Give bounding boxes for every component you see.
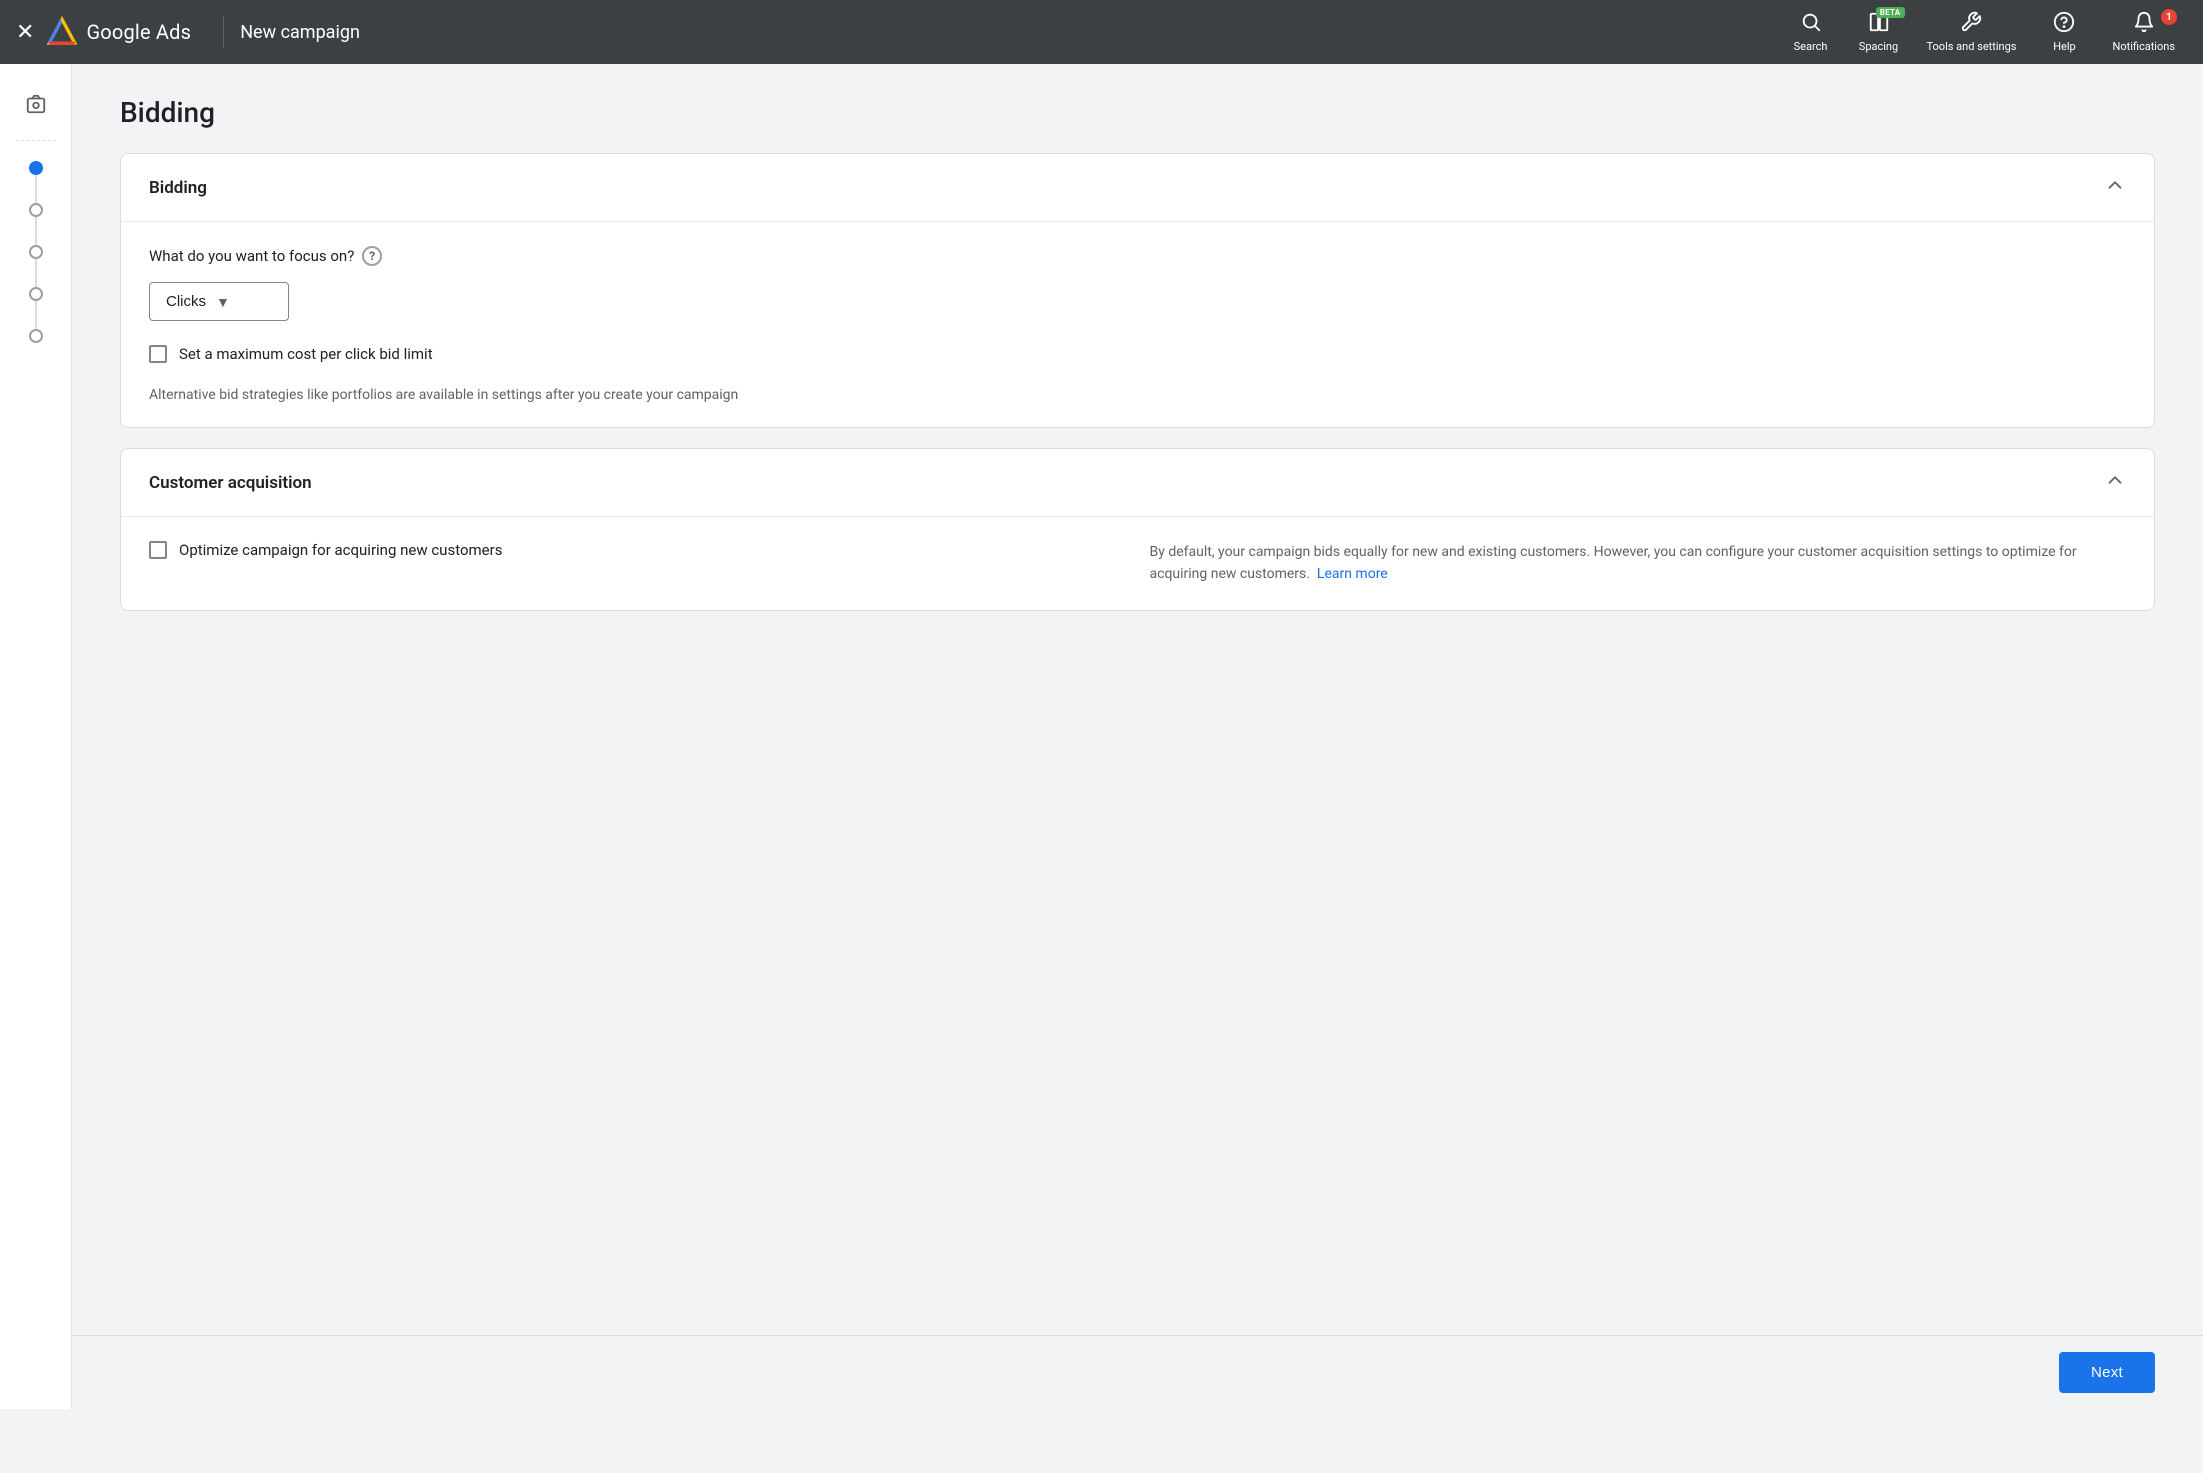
help-label: Help	[2053, 40, 2076, 53]
step-line-3	[35, 259, 37, 287]
focus-question: What do you want to focus on? ?	[149, 246, 2126, 266]
focus-question-text: What do you want to focus on?	[149, 247, 354, 265]
notifications-icon	[2133, 11, 2155, 38]
sidebar-divider	[16, 140, 56, 141]
nav-divider	[223, 16, 224, 48]
learn-more-link[interactable]: Learn more	[1317, 566, 1388, 582]
step-1-dot[interactable]	[29, 161, 43, 175]
optimize-customers-label: Optimize campaign for acquiring new cust…	[179, 541, 502, 559]
notification-badge: 1	[2161, 9, 2177, 25]
step-2-dot[interactable]	[29, 203, 43, 217]
logo: Google Ads	[46, 16, 191, 48]
notifications-label: Notifications	[2112, 40, 2175, 53]
customer-description-text: By default, your campaign bids equally f…	[1150, 544, 2077, 582]
next-button[interactable]: Next	[2059, 1352, 2155, 1393]
dropdown-arrow-icon: ▼	[216, 294, 230, 310]
brand-name: Google Ads	[86, 20, 191, 44]
step-5-dot[interactable]	[29, 329, 43, 343]
step-3-dot[interactable]	[29, 245, 43, 259]
bidding-card: Bidding What do you want to focus on? ? …	[120, 153, 2155, 428]
tools-label: Tools and settings	[1927, 40, 2017, 53]
dropdown-value: Clicks	[166, 293, 206, 310]
spacing-label: Spacing	[1859, 40, 1898, 53]
focus-help-icon[interactable]: ?	[362, 246, 382, 266]
help-nav-button[interactable]: Help	[2032, 5, 2096, 59]
step-line-4	[35, 301, 37, 329]
top-nav: ✕ Google Ads New campaign Search BETA	[0, 0, 2203, 64]
max-cpc-checkbox[interactable]	[149, 345, 167, 363]
customer-card-title: Customer acquisition	[149, 473, 312, 493]
beta-badge: BETA	[1876, 7, 1905, 18]
spacing-nav-button[interactable]: BETA Spacing	[1847, 5, 1911, 59]
step-4-dot[interactable]	[29, 287, 43, 301]
main-content: Bidding Bidding What do you want to focu…	[72, 64, 2203, 1409]
help-icon	[2053, 11, 2075, 38]
bidding-card-body: What do you want to focus on? ? Clicks ▼…	[121, 222, 2154, 427]
sidebar	[0, 64, 72, 1409]
alt-bid-text: Alternative bid strategies like portfoli…	[149, 387, 2126, 403]
step-indicators	[29, 161, 43, 343]
search-icon	[1800, 11, 1822, 38]
google-ads-logo-icon	[46, 16, 78, 48]
search-nav-button[interactable]: Search	[1779, 5, 1843, 59]
bidding-dropdown[interactable]: Clicks ▼	[149, 282, 289, 321]
nav-actions: Search BETA Spacing Tools and settings H…	[1779, 5, 2188, 59]
tools-icon	[1960, 11, 1982, 38]
step-line-2	[35, 217, 37, 245]
main-layout: Bidding Bidding What do you want to focu…	[0, 64, 2203, 1409]
max-cpc-label: Set a maximum cost per click bid limit	[179, 345, 433, 363]
footer: Next	[72, 1335, 2203, 1409]
optimize-customers-checkbox[interactable]	[149, 541, 167, 559]
sidebar-camera-button[interactable]	[12, 80, 60, 128]
customer-card-header[interactable]: Customer acquisition	[121, 449, 2154, 517]
customer-description: By default, your campaign bids equally f…	[1150, 541, 2127, 586]
campaign-title: New campaign	[240, 22, 360, 43]
search-label: Search	[1794, 40, 1828, 53]
customer-collapse-icon	[2104, 469, 2126, 496]
max-cpc-row: Set a maximum cost per click bid limit	[149, 345, 2126, 363]
bidding-card-title: Bidding	[149, 178, 207, 198]
close-button[interactable]: ✕	[16, 21, 34, 43]
bidding-collapse-icon	[2104, 174, 2126, 201]
page-title: Bidding	[120, 96, 2155, 129]
customer-card-body: Optimize campaign for acquiring new cust…	[121, 517, 2154, 610]
tools-nav-button[interactable]: Tools and settings	[1915, 5, 2029, 59]
step-line-1	[35, 175, 37, 203]
customer-acquisition-card: Customer acquisition Optimize campaign f…	[120, 448, 2155, 611]
notifications-nav-button[interactable]: 1 Notifications	[2100, 5, 2187, 59]
bidding-card-header[interactable]: Bidding	[121, 154, 2154, 222]
customer-checkbox-area: Optimize campaign for acquiring new cust…	[149, 541, 1126, 586]
